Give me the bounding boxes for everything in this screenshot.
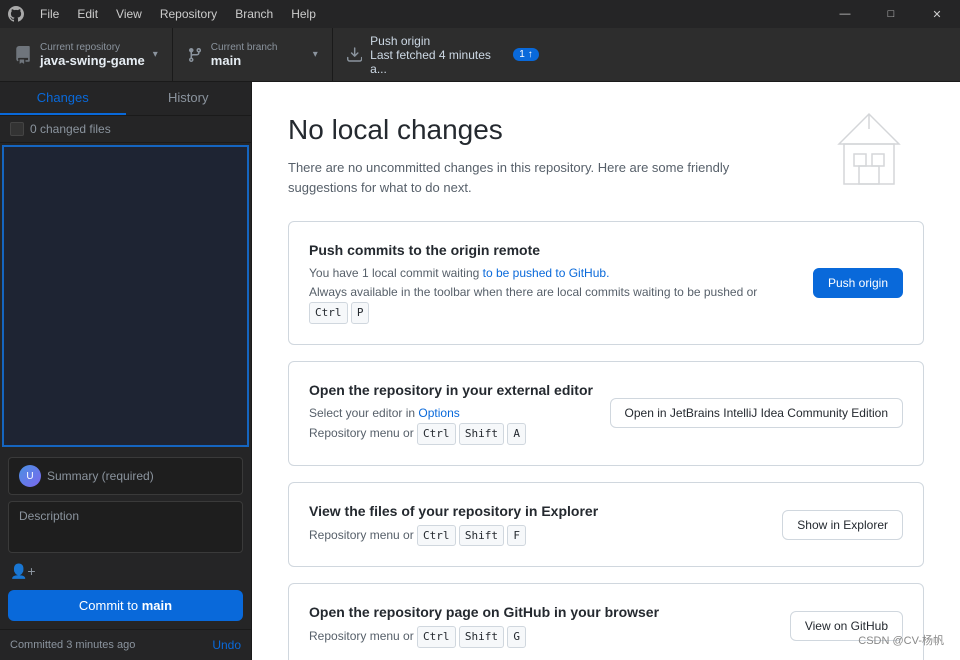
branch-info: Current branch main: [211, 42, 278, 68]
push-commits-card-text: Push commits to the origin remote You ha…: [309, 242, 797, 324]
titlebar: File Edit View Repository Branch Help — …: [0, 0, 960, 28]
avatar: U: [19, 465, 41, 487]
github-kbd-g: G: [507, 626, 526, 648]
menu-branch[interactable]: Branch: [227, 5, 281, 23]
repo-chevron-icon: ▾: [153, 49, 158, 60]
github-logo-icon: [8, 6, 24, 22]
push-icon: [347, 47, 362, 63]
editor-kbd-shift: Shift: [459, 423, 504, 445]
show-explorer-card: View the files of your repository in Exp…: [288, 482, 924, 568]
push-github-link[interactable]: to be pushed to GitHub.: [483, 266, 610, 280]
menu-help[interactable]: Help: [283, 5, 324, 23]
push-kbd-ctrl: Ctrl: [309, 302, 348, 324]
watermark: CSDN @CV-杨帆: [858, 632, 944, 648]
coauthor-row[interactable]: 👤+: [8, 559, 243, 584]
illustration: [824, 104, 914, 197]
push-badge: 1 ↑: [513, 48, 539, 61]
current-branch-button[interactable]: Current branch main ▾: [173, 28, 333, 81]
summary-placeholder: Summary (required): [47, 469, 154, 483]
branch-name: main: [211, 53, 278, 68]
push-kbd-p: P: [351, 302, 370, 324]
view-github-card-text: Open the repository page on GitHub in yo…: [309, 604, 774, 648]
push-arrow-icon: ↑: [528, 49, 533, 60]
branch-chevron-icon: ▾: [313, 49, 318, 60]
commit-btn-label: Commit to: [79, 598, 138, 613]
view-github-card-title: Open the repository page on GitHub in yo…: [309, 604, 774, 620]
coauthor-icon: 👤+: [10, 563, 36, 580]
changed-files-list: [2, 145, 249, 447]
changed-files-header: 0 changed files: [0, 116, 251, 143]
description-input[interactable]: Description: [8, 501, 243, 553]
show-explorer-card-title: View the files of your repository in Exp…: [309, 503, 766, 519]
explorer-kbd-shift: Shift: [459, 525, 504, 547]
push-sublabel: Last fetched 4 minutes a...: [370, 48, 505, 76]
titlebar-controls: — □ ✕: [822, 0, 960, 28]
content-inner: No local changes There are no uncommitte…: [288, 114, 924, 660]
show-explorer-card-text: View the files of your repository in Exp…: [309, 503, 766, 547]
tab-changes[interactable]: Changes: [0, 82, 126, 115]
menu-view[interactable]: View: [108, 5, 150, 23]
menu-file[interactable]: File: [32, 5, 67, 23]
explorer-kbd-ctrl: Ctrl: [417, 525, 456, 547]
show-explorer-action-button[interactable]: Show in Explorer: [782, 510, 903, 540]
summary-input[interactable]: U Summary (required): [8, 457, 243, 495]
branch-label: Current branch: [211, 42, 278, 53]
github-kbd-shift: Shift: [459, 626, 504, 648]
select-all-checkbox[interactable]: [10, 122, 24, 136]
close-button[interactable]: ✕: [914, 0, 960, 28]
push-origin-button[interactable]: Push origin Last fetched 4 minutes a... …: [333, 28, 553, 81]
no-changes-description: There are no uncommitted changes in this…: [288, 158, 768, 197]
menu-repository[interactable]: Repository: [152, 5, 225, 23]
titlebar-left: File Edit View Repository Branch Help: [8, 5, 324, 23]
open-editor-card-desc: Select your editor in Options Repository…: [309, 404, 594, 445]
push-info: Push origin Last fetched 4 minutes a...: [370, 34, 505, 76]
main-layout: Changes History 0 changed files U Summar…: [0, 82, 960, 660]
repo-name: java-swing-game: [40, 53, 145, 68]
editor-kbd-a: A: [507, 423, 526, 445]
tab-history[interactable]: History: [126, 82, 252, 115]
commit-area: U Summary (required) Description 👤+ Comm…: [0, 449, 251, 629]
sidebar-tabs: Changes History: [0, 82, 251, 116]
commit-branch: main: [142, 598, 172, 613]
commit-status-text: Committed 3 minutes ago: [10, 639, 135, 651]
push-commits-card: Push commits to the origin remote You ha…: [288, 221, 924, 345]
menu-edit[interactable]: Edit: [69, 5, 106, 23]
changed-files-count: 0 changed files: [30, 122, 111, 136]
editor-kbd-ctrl: Ctrl: [417, 423, 456, 445]
open-editor-action-button[interactable]: Open in JetBrains IntelliJ Idea Communit…: [610, 398, 903, 428]
github-kbd-ctrl: Ctrl: [417, 626, 456, 648]
repo-icon: [14, 46, 32, 64]
options-link[interactable]: Options: [418, 406, 459, 420]
maximize-button[interactable]: □: [868, 0, 914, 28]
description-placeholder: Description: [19, 509, 79, 523]
titlebar-menu: File Edit View Repository Branch Help: [32, 5, 324, 23]
push-commits-card-title: Push commits to the origin remote: [309, 242, 797, 258]
open-editor-card-text: Open the repository in your external edi…: [309, 382, 594, 445]
view-github-card-desc: Repository menu or Ctrl Shift G: [309, 626, 774, 648]
undo-button[interactable]: Undo: [212, 638, 241, 652]
branch-icon: [187, 47, 203, 63]
current-repo-button[interactable]: Current repository java-swing-game ▾: [0, 28, 173, 81]
toolbar: Current repository java-swing-game ▾ Cur…: [0, 28, 960, 82]
sidebar: Changes History 0 changed files U Summar…: [0, 82, 252, 660]
repo-label: Current repository: [40, 42, 145, 53]
minimize-button[interactable]: —: [822, 0, 868, 28]
content-area: No local changes There are no uncommitte…: [252, 82, 960, 660]
open-editor-card: Open the repository in your external edi…: [288, 361, 924, 466]
commit-status-bar: Committed 3 minutes ago Undo: [0, 629, 251, 660]
view-github-card: Open the repository page on GitHub in yo…: [288, 583, 924, 660]
push-commits-card-desc: You have 1 local commit waiting to be pu…: [309, 264, 797, 324]
repo-info: Current repository java-swing-game: [40, 42, 145, 68]
push-origin-action-button[interactable]: Push origin: [813, 268, 903, 298]
show-explorer-card-desc: Repository menu or Ctrl Shift F: [309, 525, 766, 547]
explorer-kbd-f: F: [507, 525, 526, 547]
commit-button[interactable]: Commit to main: [8, 590, 243, 621]
open-editor-card-title: Open the repository in your external edi…: [309, 382, 594, 398]
push-label: Push origin: [370, 34, 505, 48]
